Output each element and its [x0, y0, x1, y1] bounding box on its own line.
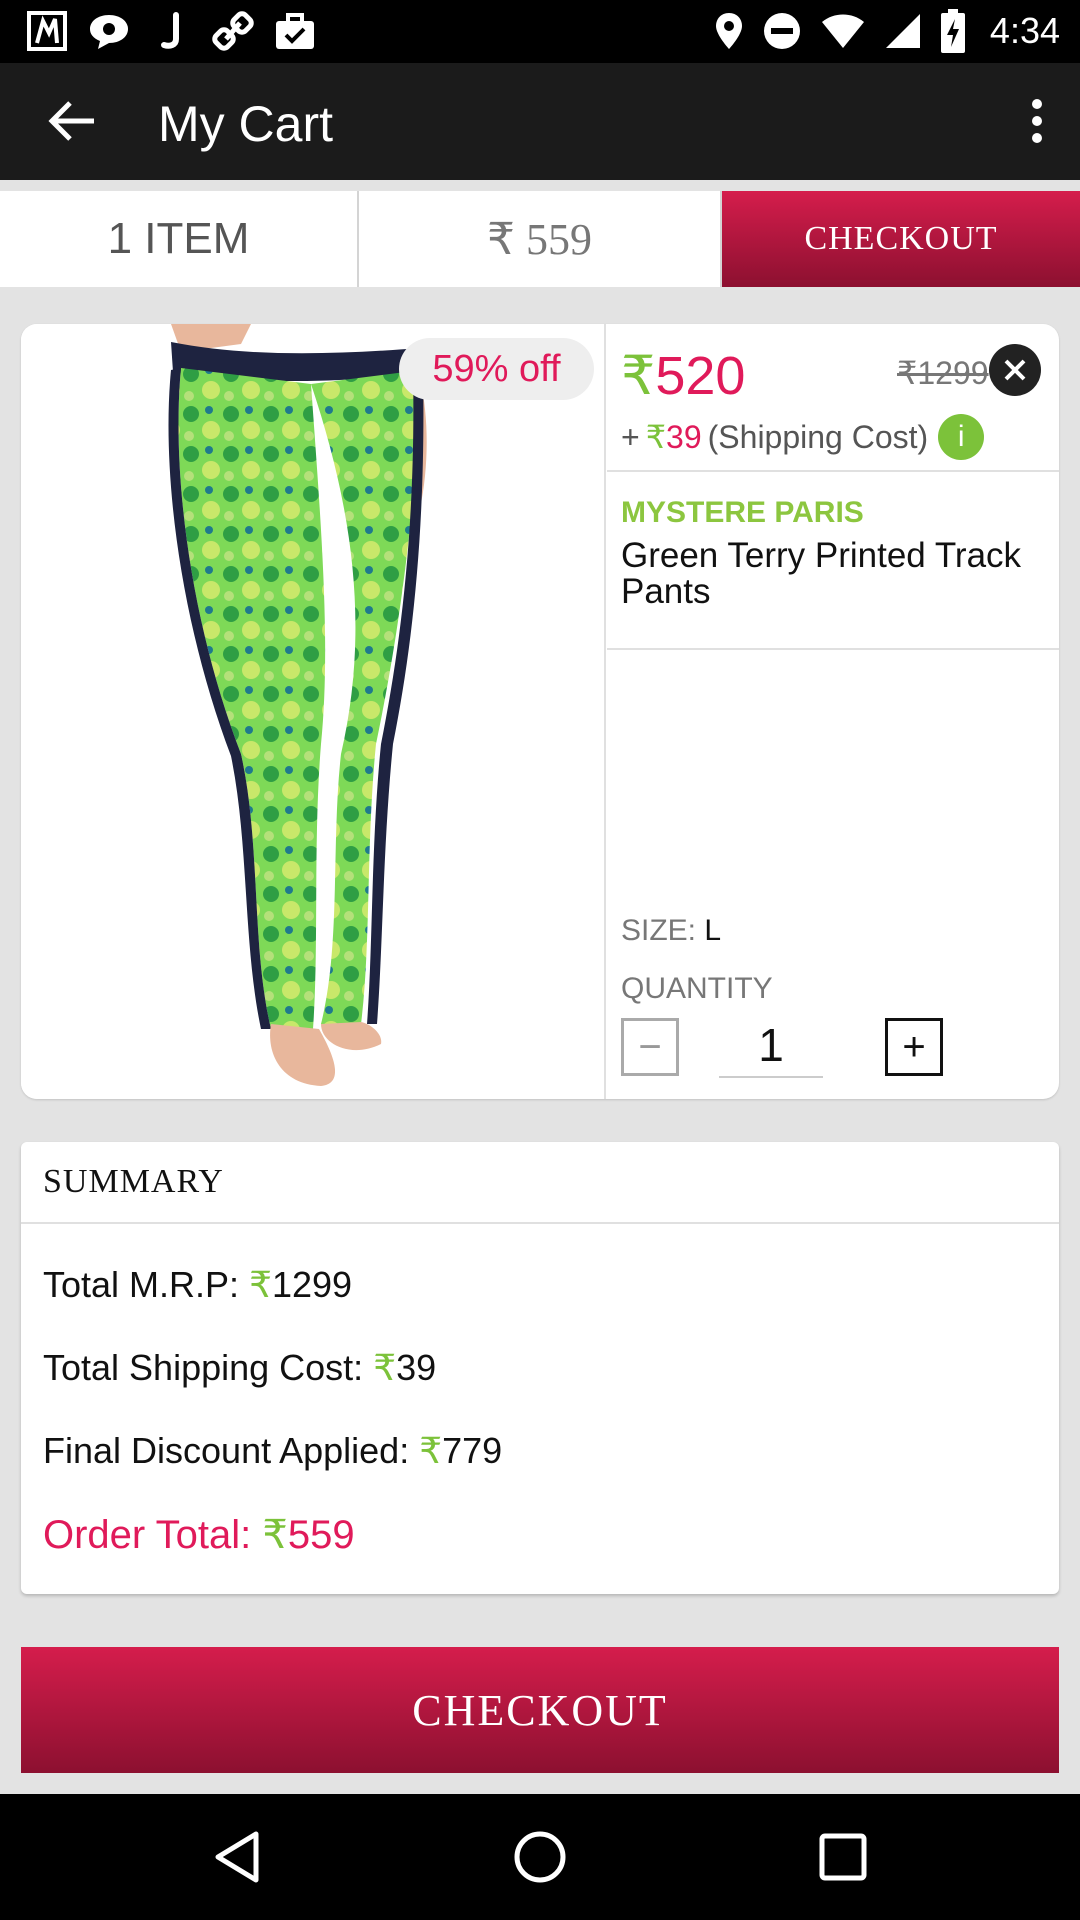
circle-home-icon [514, 1831, 566, 1883]
cart-total-price: ₹ 559 [359, 191, 722, 287]
cart-summary-strip: 1 ITEM ₹ 559 CHECKOUT [0, 191, 1080, 287]
shipping-label: (Shipping Cost) [707, 418, 929, 455]
dot-icon [1032, 133, 1042, 143]
summary-row-discount: Final Discount Applied: ₹779 [43, 1430, 502, 1472]
shipping-amount: ₹39 [646, 418, 702, 456]
rupee-symbol: ₹ [645, 419, 667, 455]
rupee-symbol: ₹ [621, 346, 656, 406]
remove-item-button[interactable] [989, 344, 1041, 396]
arrow-left-icon [48, 101, 94, 141]
order-total-label: Order Total: [43, 1513, 252, 1557]
order-total-value: 559 [287, 1513, 355, 1557]
close-icon [1004, 359, 1026, 381]
wifi-icon [821, 14, 864, 48]
shipping-prefix: + [621, 418, 640, 455]
summary-row-label: Total M.R.P: [43, 1264, 240, 1305]
briefcase-check-icon [274, 10, 316, 52]
status-notification-icons [26, 10, 316, 52]
selling-price-value: 520 [655, 346, 746, 406]
cart-item-card: 59% off ₹520 ₹1299 + ₹39 (Shipping Cost)… [21, 324, 1059, 1099]
product-name[interactable]: Green Terry Printed Track Pants [621, 538, 1045, 610]
rupee-symbol: ₹ [249, 1264, 272, 1305]
signal-icon [885, 14, 920, 48]
brand-name[interactable]: MYSTERE PARIS [621, 496, 1045, 530]
discount-badge: 59% off [399, 338, 594, 400]
link-icon [212, 10, 254, 52]
rupee-symbol: ₹ [262, 1513, 288, 1557]
back-button[interactable] [44, 93, 100, 149]
battery-charging-icon [940, 9, 965, 53]
summary-row-value: 779 [442, 1430, 503, 1471]
summary-row-mrp: Total M.R.P: ₹1299 [43, 1264, 352, 1306]
size-value: L [704, 914, 722, 947]
triangle-back-icon [215, 1831, 259, 1883]
shipping-amount-value: 39 [666, 419, 702, 455]
status-time: 4:34 [989, 10, 1060, 51]
page-title: My Cart [158, 96, 333, 152]
quantity-label: QUANTITY [621, 972, 773, 1005]
size-line: SIZE: L [621, 914, 721, 948]
mrp-price: ₹1299 [897, 355, 989, 391]
product-image[interactable]: 59% off [21, 324, 606, 1099]
system-navigation-bar [0, 1794, 1080, 1920]
nav-home-button[interactable] [509, 1826, 571, 1888]
product-photo [168, 324, 427, 1086]
info-icon[interactable]: i [938, 414, 985, 460]
chat-icon [88, 10, 130, 52]
shipping-cost-line: + ₹39 (Shipping Cost) i [621, 414, 985, 460]
checkout-button[interactable]: CHECKOUT [21, 1647, 1059, 1773]
dot-icon [1032, 116, 1042, 126]
item-count: 1 ITEM [0, 191, 359, 287]
rupee-symbol: ₹ [373, 1347, 397, 1388]
summary-row-value: 39 [396, 1347, 437, 1388]
summary-row-shipping: Total Shipping Cost: ₹39 [43, 1347, 436, 1389]
price-block: ₹520 ₹1299 + ₹39 (Shipping Cost) i [607, 324, 1059, 472]
status-bar: 4:34 [0, 0, 1080, 63]
dot-icon [1032, 99, 1042, 109]
quantity-decrease-button[interactable]: − [621, 1018, 679, 1076]
app-bar: My Cart [0, 63, 1080, 180]
selling-price: ₹520 [621, 344, 745, 407]
square-recents-icon [819, 1833, 867, 1881]
order-summary-card: SUMMARY Total M.R.P: ₹1299 Total Shippin… [21, 1142, 1059, 1594]
location-icon [715, 13, 742, 49]
summary-title: SUMMARY [21, 1142, 1059, 1224]
nav-back-button[interactable] [206, 1826, 268, 1888]
summary-row-label: Final Discount Applied: [43, 1430, 410, 1471]
app-notification-icon [26, 10, 68, 52]
quantity-increase-button[interactable]: + [885, 1018, 943, 1076]
top-checkout-button[interactable]: CHECKOUT [722, 191, 1080, 287]
summary-row-value: 1299 [271, 1264, 353, 1305]
product-info: ₹520 ₹1299 + ₹39 (Shipping Cost) i MYSTE… [607, 324, 1059, 1099]
nav-recents-button[interactable] [812, 1826, 874, 1888]
quantity-value[interactable]: 1 [719, 1014, 823, 1078]
summary-row-label: Total Shipping Cost: [43, 1347, 364, 1388]
status-system-icons: 4:34 [714, 8, 1060, 54]
product-name-block: MYSTERE PARIS Green Terry Printed Track … [607, 472, 1059, 650]
order-total: Order Total: ₹559 [43, 1512, 355, 1558]
jabong-icon [150, 10, 192, 52]
rupee-symbol: ₹ [419, 1430, 443, 1471]
overflow-menu-button[interactable] [1022, 93, 1052, 149]
do-not-disturb-icon [763, 13, 800, 49]
size-label: SIZE: [621, 914, 697, 947]
